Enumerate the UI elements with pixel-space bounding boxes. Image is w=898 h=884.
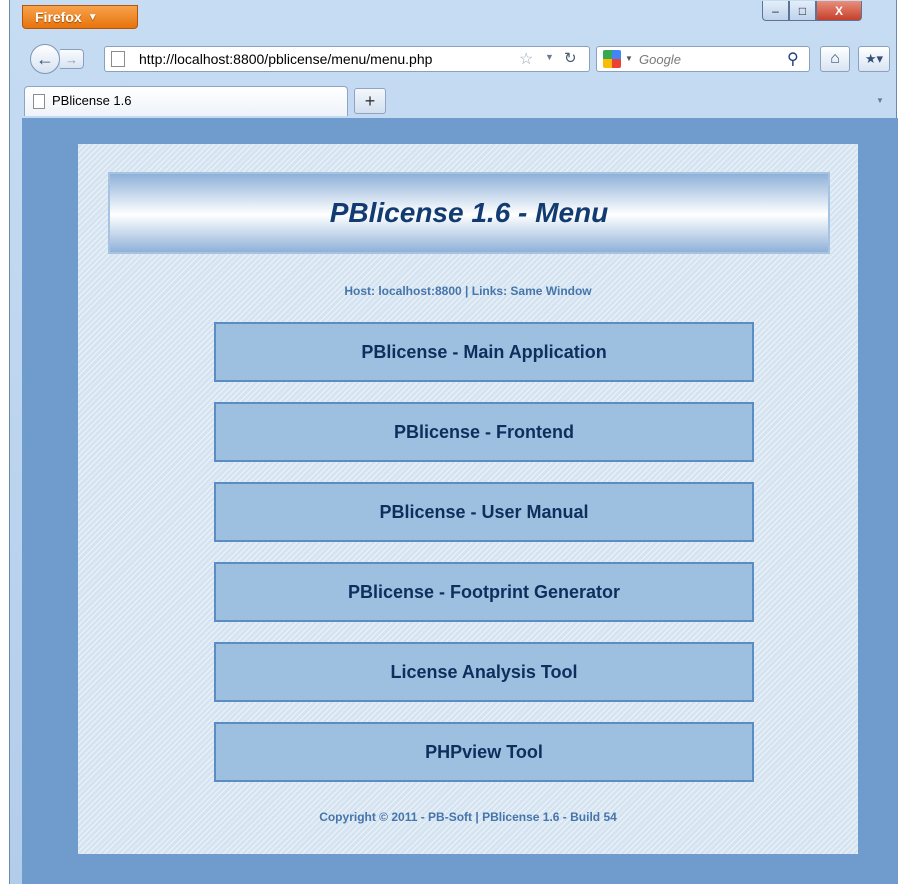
close-icon: X — [834, 3, 843, 18]
reload-icon[interactable]: ↻ — [564, 49, 577, 67]
browser-window: Firefox ▼ – □ X ← → http://localhost:880… — [9, 0, 898, 884]
plus-icon: + — [364, 90, 376, 111]
forward-button[interactable]: → — [60, 49, 84, 69]
tab-label: PBlicense 1.6 — [52, 93, 132, 108]
firefox-menu-button[interactable]: Firefox ▼ — [22, 5, 138, 29]
minimize-icon: – — [772, 3, 779, 18]
page-content: PBlicense 1.6 - Menu Host: localhost:880… — [22, 118, 898, 884]
chevron-down-icon: ▼ — [87, 11, 98, 23]
maximize-icon: □ — [798, 3, 807, 18]
back-arrow-icon: ← — [36, 48, 54, 69]
google-icon[interactable] — [603, 50, 621, 68]
home-icon: ⌂ — [830, 50, 840, 67]
address-bar[interactable]: http://localhost:8800/pblicense/menu/men… — [104, 46, 590, 72]
history-dropdown-icon[interactable]: ▼ — [545, 52, 554, 62]
minimize-button[interactable]: – — [762, 1, 789, 21]
host-info: Host: localhost:8800 | Links: Same Windo… — [344, 284, 592, 298]
maximize-button[interactable]: □ — [789, 1, 816, 21]
menu-panel: PBlicense 1.6 - Menu Host: localhost:880… — [78, 144, 858, 854]
search-bar[interactable]: ▼ Google ⚲ — [596, 46, 810, 72]
search-input[interactable]: Google — [639, 52, 681, 67]
footer-copyright: Copyright © 2011 - PB-Soft | PBlicense 1… — [319, 810, 617, 824]
page-title: PBlicense 1.6 - Menu — [329, 197, 609, 228]
menu-item-user-manual[interactable]: PBlicense - User Manual — [214, 482, 754, 542]
menu-item-main-application[interactable]: PBlicense - Main Application — [214, 322, 754, 382]
header-banner: PBlicense 1.6 - Menu — [108, 172, 830, 254]
menu-item-license-analysis-tool[interactable]: License Analysis Tool — [214, 642, 754, 702]
page-icon — [33, 94, 45, 109]
bookmarks-button[interactable]: ★▾ — [858, 46, 890, 72]
bookmarks-icon: ★▾ — [864, 51, 884, 66]
menu-item-phpview-tool[interactable]: PHPview Tool — [214, 722, 754, 782]
tab-bar: PBlicense 1.6 + ▼ — [10, 84, 896, 118]
page-icon — [111, 51, 125, 67]
tab-list-icon[interactable]: ▼ — [876, 96, 884, 105]
chevron-down-icon[interactable]: ▼ — [625, 54, 633, 63]
menu-item-footprint-generator[interactable]: PBlicense - Footprint Generator — [214, 562, 754, 622]
forward-arrow-icon: → — [65, 51, 78, 67]
home-button[interactable]: ⌂ — [820, 46, 850, 72]
new-tab-button[interactable]: + — [354, 88, 386, 114]
firefox-menu-label: Firefox — [35, 9, 82, 25]
title-bar: Firefox ▼ – □ X — [10, 0, 896, 34]
close-button[interactable]: X — [816, 1, 862, 21]
navigation-toolbar: ← → http://localhost:8800/pblicense/menu… — [10, 36, 896, 82]
menu-item-frontend[interactable]: PBlicense - Frontend — [214, 402, 754, 462]
url-text[interactable]: http://localhost:8800/pblicense/menu/men… — [139, 51, 432, 67]
tab-pblicense[interactable]: PBlicense 1.6 — [24, 86, 348, 116]
back-button[interactable]: ← — [30, 44, 60, 74]
search-icon[interactable]: ⚲ — [787, 49, 799, 69]
bookmark-star-icon[interactable]: ☆ — [519, 49, 533, 69]
